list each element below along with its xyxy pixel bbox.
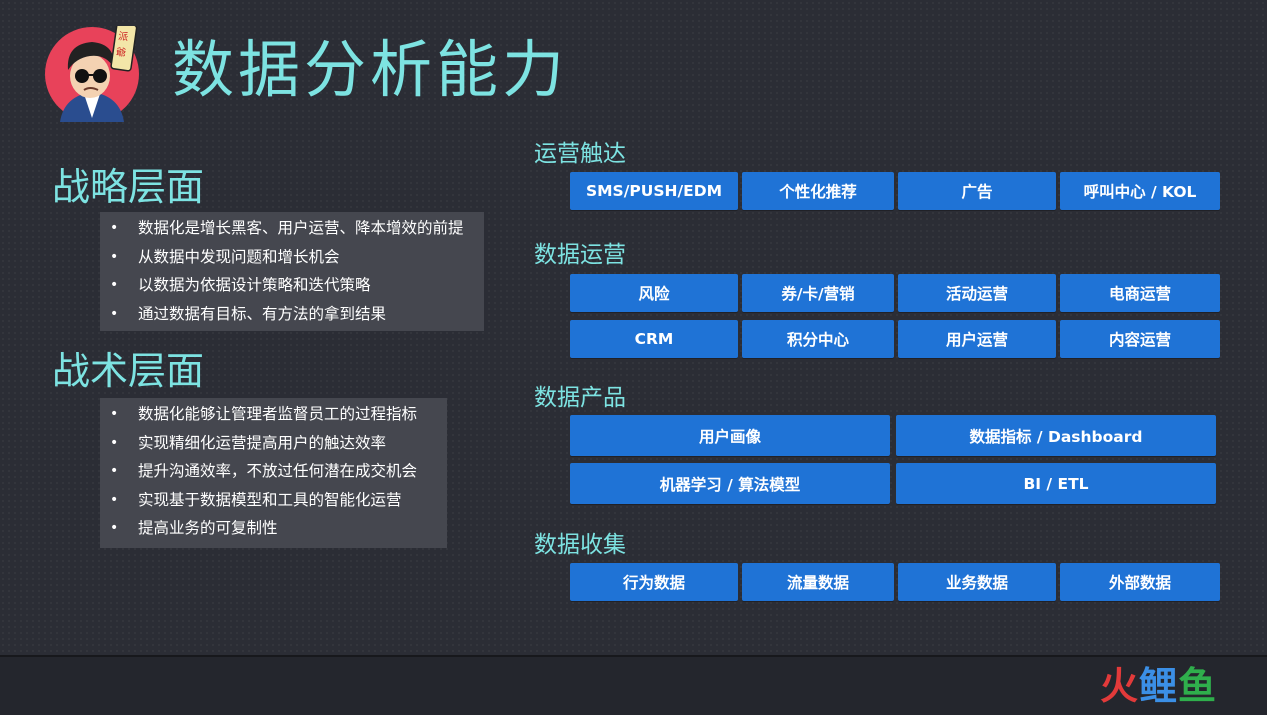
reach-button-sms[interactable]: SMS/PUSH/EDM bbox=[570, 172, 738, 210]
operation-button-activity[interactable]: 活动运营 bbox=[898, 274, 1056, 312]
product-heading: 数据产品 bbox=[534, 385, 626, 411]
tactical-heading: 战术层面 bbox=[52, 349, 205, 393]
reach-button-recommend[interactable]: 个性化推荐 bbox=[742, 172, 894, 210]
product-button-dashboard[interactable]: 数据指标 / Dashboard bbox=[896, 415, 1216, 456]
collection-button-traffic[interactable]: 流量数据 bbox=[742, 563, 894, 601]
operation-button-points[interactable]: 积分中心 bbox=[742, 320, 894, 358]
strategic-bullet-box: 数据化是增长黑客、用户运营、降本增效的前提 从数据中发现问题和增长机会 以数据为… bbox=[100, 212, 484, 331]
svg-text:派: 派 bbox=[117, 30, 129, 43]
operation-button-content[interactable]: 内容运营 bbox=[1060, 320, 1220, 358]
strategic-item: 数据化是增长黑客、用户运营、降本增效的前提 bbox=[100, 214, 484, 243]
footer-bar bbox=[0, 655, 1267, 715]
reach-heading: 运营触达 bbox=[534, 141, 626, 167]
strategic-item: 从数据中发现问题和增长机会 bbox=[100, 243, 484, 272]
collection-heading: 数据收集 bbox=[534, 532, 626, 558]
tactical-item: 提高业务的可复制性 bbox=[100, 514, 447, 543]
operation-button-risk[interactable]: 风险 bbox=[570, 274, 738, 312]
product-button-profile[interactable]: 用户画像 bbox=[570, 415, 890, 456]
operation-button-coupon[interactable]: 券/卡/营销 bbox=[742, 274, 894, 312]
product-button-bi[interactable]: BI / ETL bbox=[896, 463, 1216, 504]
tactical-item: 实现基于数据模型和工具的智能化运营 bbox=[100, 486, 447, 515]
strategic-item: 以数据为依据设计策略和迭代策略 bbox=[100, 271, 484, 300]
tactical-item: 提升沟通效率，不放过任何潜在成交机会 bbox=[100, 457, 447, 486]
brand-logo: 火鲤鱼 bbox=[1100, 664, 1218, 708]
reach-button-callcenter[interactable]: 呼叫中心 / KOL bbox=[1060, 172, 1220, 210]
tactical-bullet-box: 数据化能够让管理者监督员工的过程指标 实现精细化运营提高用户的触达效率 提升沟通… bbox=[100, 398, 447, 548]
product-button-ml[interactable]: 机器学习 / 算法模型 bbox=[570, 463, 890, 504]
reach-button-ads[interactable]: 广告 bbox=[898, 172, 1056, 210]
operation-heading: 数据运营 bbox=[534, 242, 626, 268]
strategic-item: 通过数据有目标、有方法的拿到结果 bbox=[100, 300, 484, 329]
tactical-item: 实现精细化运营提高用户的触达效率 bbox=[100, 429, 447, 458]
collection-button-business[interactable]: 业务数据 bbox=[898, 563, 1056, 601]
tactical-item: 数据化能够让管理者监督员工的过程指标 bbox=[100, 400, 447, 429]
operation-button-user[interactable]: 用户运营 bbox=[898, 320, 1056, 358]
operation-button-crm[interactable]: CRM bbox=[570, 320, 738, 358]
collection-button-behavior[interactable]: 行为数据 bbox=[570, 563, 738, 601]
avatar: 派 爺 bbox=[44, 22, 140, 122]
strategic-heading: 战略层面 bbox=[52, 165, 205, 209]
operation-button-ecommerce[interactable]: 电商运营 bbox=[1060, 274, 1220, 312]
collection-button-external[interactable]: 外部数据 bbox=[1060, 563, 1220, 601]
page-title: 数据分析能力 bbox=[172, 33, 569, 106]
